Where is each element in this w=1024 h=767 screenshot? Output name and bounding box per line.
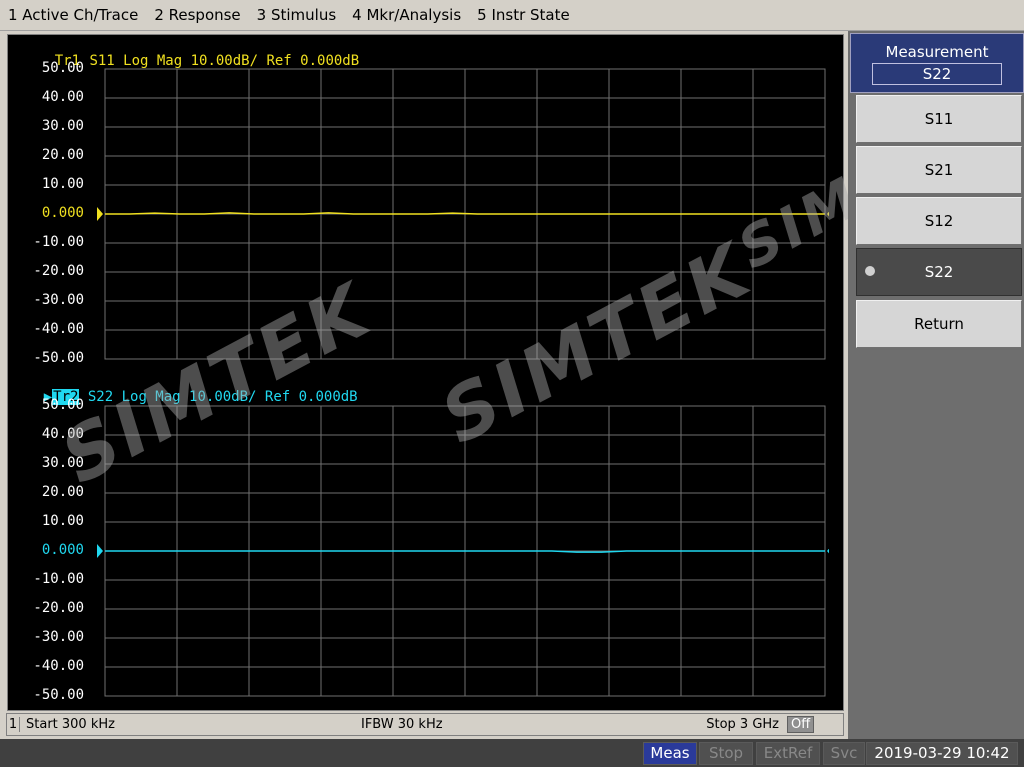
- y-tick-label: 10.00: [41, 176, 84, 192]
- softkey-s12[interactable]: S12: [856, 197, 1022, 245]
- status-bar: 1 Start 300 kHz IFBW 30 kHz Stop 3 GHz O…: [6, 713, 844, 736]
- output-off-indicator[interactable]: Off: [787, 716, 815, 733]
- y-tick-label: 30.00: [41, 118, 84, 134]
- menu-active-ch-trace[interactable]: 1 Active Ch/Trace: [0, 6, 146, 24]
- y-tick-label: -50.00: [33, 350, 84, 366]
- y-tick-label: -20.00: [33, 263, 84, 279]
- menu-instr-state[interactable]: 5 Instr State: [469, 6, 578, 24]
- y-tick-label: -10.00: [33, 571, 84, 587]
- stop-frequency[interactable]: Stop 3 GHz: [689, 717, 787, 732]
- y-tick-label: 40.00: [41, 89, 84, 105]
- ifbw[interactable]: IFBW 30 kHz: [361, 717, 689, 732]
- softkey-title-panel: Measurement S22: [850, 33, 1024, 93]
- softkey-s11[interactable]: S11: [856, 95, 1022, 143]
- trace2-settings: S22 Log Mag 10.00dB/ Ref 0.000dB: [79, 389, 358, 405]
- y-tick-label: -10.00: [33, 234, 84, 250]
- stop-indicator: Stop: [699, 742, 753, 765]
- reference-marker-right-icon: [827, 548, 829, 554]
- measurement-screen: Tr1 S11 Log Mag 10.00dB/ Ref 0.000dB 50.…: [7, 34, 989, 711]
- y-tick-label: 40.00: [41, 426, 84, 442]
- y-tick-label: 20.00: [41, 484, 84, 500]
- softkey-s12-label: S12: [924, 212, 954, 230]
- softkey-return[interactable]: Return: [856, 300, 1022, 348]
- reference-marker-left-icon: [97, 207, 103, 221]
- y-tick-label: -30.00: [33, 292, 84, 308]
- y-tick-label: 20.00: [41, 147, 84, 163]
- softkey-s22-label: S22: [924, 263, 954, 281]
- menu-mkr-analysis[interactable]: 4 Mkr/Analysis: [344, 6, 469, 24]
- y-tick-label: 50.00: [41, 60, 84, 76]
- y-tick-label: -40.00: [33, 658, 84, 674]
- svc-indicator: Svc: [823, 742, 865, 765]
- start-frequency[interactable]: Start 300 kHz: [26, 717, 361, 732]
- selected-dot-icon: [865, 266, 875, 276]
- y-tick-label: -30.00: [33, 629, 84, 645]
- softkey-s21-label: S21: [924, 161, 954, 179]
- y-tick-label: 0.000: [41, 542, 84, 558]
- trace1-plot[interactable]: [97, 68, 829, 360]
- softkey-title: Measurement: [885, 43, 989, 61]
- date-time: 2019-03-29 10:42: [866, 742, 1018, 765]
- extref-indicator: ExtRef: [756, 742, 820, 765]
- trace2-plot[interactable]: [97, 405, 829, 697]
- menu-stimulus[interactable]: 3 Stimulus: [249, 6, 345, 24]
- y-tick-label: 50.00: [41, 397, 84, 413]
- reference-marker-right-icon: [827, 211, 829, 217]
- y-tick-label: -50.00: [33, 687, 84, 703]
- y-tick-label: -40.00: [33, 321, 84, 337]
- menu-response[interactable]: 2 Response: [146, 6, 248, 24]
- softkey-panel: Measurement S22 S11 S21 S12 S22 Return: [848, 31, 1024, 739]
- softkey-current-value: S22: [872, 63, 1002, 85]
- softkey-return-label: Return: [914, 315, 964, 333]
- y-tick-label: -20.00: [33, 600, 84, 616]
- channel-number[interactable]: 1: [7, 717, 20, 732]
- y-tick-label: 10.00: [41, 513, 84, 529]
- y-tick-label: 30.00: [41, 455, 84, 471]
- y-tick-label: 0.000: [41, 205, 84, 221]
- trace-line[interactable]: [105, 212, 825, 215]
- softkey-s11-label: S11: [924, 110, 954, 128]
- reference-marker-left-icon: [97, 544, 103, 558]
- softkey-s21[interactable]: S21: [856, 146, 1022, 194]
- trace1-settings: S11 Log Mag 10.00dB/ Ref 0.000dB: [81, 53, 360, 69]
- meas-indicator: Meas: [643, 742, 697, 765]
- softkey-s22[interactable]: S22: [856, 248, 1022, 296]
- menu-bar: 1 Active Ch/Trace 2 Response 3 Stimulus …: [0, 0, 1024, 31]
- system-status-bar: Meas Stop ExtRef Svc 2019-03-29 10:42: [0, 739, 1024, 767]
